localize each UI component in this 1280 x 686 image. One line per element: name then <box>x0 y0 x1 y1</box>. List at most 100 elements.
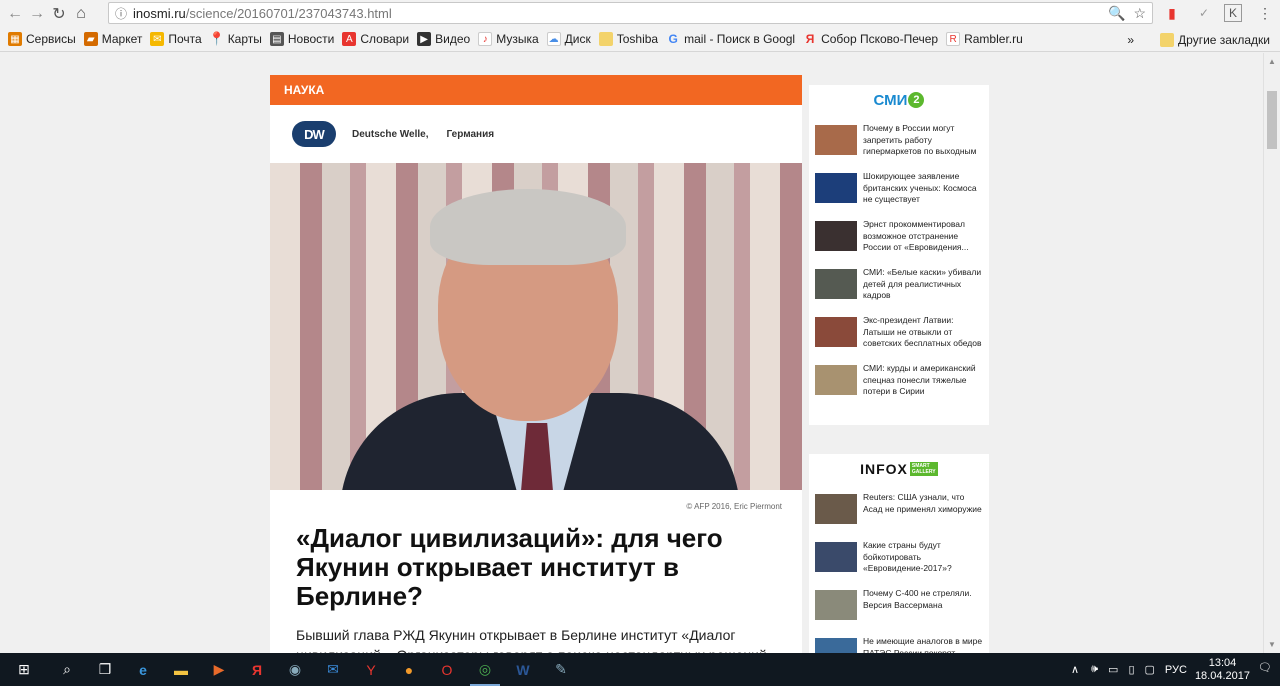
volume-icon[interactable]: 🕪 <box>1091 663 1098 676</box>
market-icon: ▰ <box>83 32 98 46</box>
bookmark-services[interactable]: ▦ Сервисы <box>8 32 76 46</box>
forward-icon[interactable]: → <box>26 3 48 25</box>
page-viewport: НАУКА DW Deutsche Welle, Германия © AFP … <box>0 53 1263 653</box>
article-card: НАУКА DW Deutsche Welle, Германия © AFP … <box>270 75 802 653</box>
infox-item[interactable]: Reuters: США узнали, что Асад не применя… <box>809 492 989 530</box>
back-icon[interactable]: ← <box>4 3 26 25</box>
folder-icon <box>1160 32 1175 47</box>
app-circle-icon[interactable]: ◉ <box>276 653 314 686</box>
yandex-icon[interactable]: Я <box>238 653 276 686</box>
video-icon: ▶ <box>417 32 432 46</box>
info-icon[interactable]: ⓘ <box>115 5 127 22</box>
mail-app-icon[interactable]: ✉ <box>314 653 352 686</box>
file-explorer-icon[interactable]: ▬ <box>162 653 200 686</box>
source-name[interactable]: Deutsche Welle, <box>352 129 429 140</box>
yandex-browser-icon[interactable]: Y <box>352 653 390 686</box>
bookmark-maps[interactable]: 📍 Карты <box>209 31 262 46</box>
section-label[interactable]: НАУКА <box>270 75 802 105</box>
scroll-up-icon[interactable]: ▲ <box>1268 57 1276 66</box>
bookmark-rambler[interactable]: R Rambler.ru <box>946 32 1023 46</box>
photo-credit: © AFP 2016, Eric Piermont <box>686 501 782 511</box>
news-thumbnail <box>815 590 857 620</box>
bookmark-mail[interactable]: ✉ Почта <box>150 32 202 46</box>
smi2-item[interactable]: СМИ: «Белые каски» убивали детей для реа… <box>809 267 989 305</box>
music-icon: ♪ <box>478 32 493 46</box>
bookmarks-overflow[interactable]: » <box>1127 33 1134 47</box>
infox-item[interactable]: Не имеющие аналогов в мире ПАТЭС России … <box>809 636 989 653</box>
bookmark-music[interactable]: ♪ Музыка <box>478 32 539 46</box>
infox-item[interactable]: Почему С-400 не стреляли. Версия Вассерм… <box>809 588 989 626</box>
network-icon[interactable]: ▭ <box>1108 663 1118 676</box>
smi2-item[interactable]: Почему в России могут запретить работу г… <box>809 123 989 161</box>
smi2-logo[interactable]: СМИ 2 <box>809 85 989 115</box>
scrollbar-thumb[interactable] <box>1267 91 1277 149</box>
k-extension-icon[interactable]: K <box>1224 4 1242 22</box>
home-icon[interactable]: ⌂ <box>70 3 92 25</box>
apps-icon: ▦ <box>8 32 22 46</box>
news-thumbnail <box>815 269 857 299</box>
zoom-icon[interactable]: 🔍 <box>1108 5 1125 22</box>
windows-taskbar: ⊞ ⌕ ❐ e ▬ ▶ Я ◉ ✉ Y ● O ◎ W ✎ ∧ 🕪 ▭ ▯ ▢ … <box>0 653 1280 686</box>
article-headline: «Диалог цивилизаций»: для чего Якунин от… <box>296 523 723 611</box>
smi2-item[interactable]: СМИ: курды и американский спецназ понесл… <box>809 363 989 401</box>
word-icon[interactable]: W <box>504 653 542 686</box>
dw-logo[interactable]: DW <box>292 121 336 147</box>
smi2-item[interactable]: Экс-президент Латвии: Латыши не отвыкли … <box>809 315 989 353</box>
infox-widget: INFOX SMART GALLERY Reuters: США узнали,… <box>809 454 989 653</box>
browser-toolbar: ← → ↻ ⌂ ⓘ inosmi.ru/science/20160701/237… <box>0 0 1280 27</box>
clock[interactable]: 13:04 18.04.2017 <box>1195 657 1250 683</box>
reload-icon[interactable]: ↻ <box>48 3 70 25</box>
disk-icon: ☁ <box>546 32 561 46</box>
news-thumbnail <box>815 317 857 347</box>
smi2-widget: СМИ 2 Почему в России могут запретить ра… <box>809 85 989 425</box>
bookmark-sobor[interactable]: Я Собор Псково-Печер <box>803 32 938 46</box>
news-thumbnail <box>815 365 857 395</box>
source-country[interactable]: Германия <box>447 129 495 140</box>
address-bar[interactable]: ⓘ inosmi.ru/science/20160701/237043743.h… <box>108 2 1153 24</box>
bookmark-dictionaries[interactable]: A Словари <box>342 32 409 46</box>
dictionary-icon: A <box>342 32 357 46</box>
action-center-icon[interactable]: 🗨 <box>1258 661 1272 674</box>
other-bookmarks[interactable]: Другие закладки <box>1160 32 1270 47</box>
tray-overflow-icon[interactable]: ∧ <box>1071 663 1079 676</box>
infox-logo[interactable]: INFOX SMART GALLERY <box>809 454 989 484</box>
bookmark-disk[interactable]: ☁ Диск <box>546 32 591 46</box>
bookmark-extension-icon[interactable]: ▮ <box>1163 4 1181 22</box>
news-thumbnail <box>815 542 857 572</box>
news-thumbnail <box>815 221 857 251</box>
edge-icon[interactable]: e <box>124 653 162 686</box>
infox-item[interactable]: Какие страны будут бойкотировать «Еврови… <box>809 540 989 578</box>
extension-icon[interactable]: ✓ <box>1195 4 1213 22</box>
battery-icon[interactable]: ▯ <box>1128 663 1134 676</box>
scroll-down-icon[interactable]: ▼ <box>1268 640 1276 649</box>
paint-icon[interactable]: ✎ <box>542 653 580 686</box>
start-icon[interactable]: ⊞ <box>0 653 48 686</box>
news-thumbnail <box>815 173 857 203</box>
article-lead: Бывший глава РЖД Якунин открывает в Берл… <box>296 627 767 653</box>
news-thumbnail <box>815 494 857 524</box>
media-player-icon[interactable]: ▶ <box>200 653 238 686</box>
language-indicator[interactable]: РУС <box>1165 664 1187 676</box>
bookmarks-bar: ▦ Сервисы ▰ Маркет ✉ Почта 📍 Карты ▤ Новости … <box>0 27 1280 52</box>
page-scrollbar[interactable]: ▲ ▼ <box>1263 53 1280 653</box>
google-icon: G <box>668 32 678 46</box>
opera-icon[interactable]: O <box>428 653 466 686</box>
menu-icon[interactable]: ⋮ <box>1256 4 1274 22</box>
bookmark-news[interactable]: ▤ Новости <box>269 32 334 46</box>
bookmark-video[interactable]: ▶ Видео <box>417 32 470 46</box>
chrome-icon[interactable]: ◎ <box>466 653 504 686</box>
bookmark-star-icon[interactable]: ☆ <box>1133 5 1146 22</box>
rambler-icon: R <box>946 32 961 46</box>
source-row: DW Deutsche Welle, Германия <box>270 105 802 163</box>
odnoklassniki-icon[interactable]: ● <box>390 653 428 686</box>
smi2-item[interactable]: Эрнст прокомментировал возможное отстран… <box>809 219 989 257</box>
bookmark-toshiba[interactable]: Toshiba <box>598 32 658 46</box>
search-icon[interactable]: ⌕ <box>48 653 86 686</box>
message-icon[interactable]: ▢ <box>1145 663 1155 676</box>
mail-icon: ✉ <box>150 32 165 46</box>
smi2-item[interactable]: Шокирующее заявление британских ученых: … <box>809 171 989 209</box>
bookmark-google-mail[interactable]: Gmail - Поиск в Googl <box>666 32 795 46</box>
task-view-icon[interactable]: ❐ <box>86 653 124 686</box>
bookmark-market[interactable]: ▰ Маркет <box>83 32 142 46</box>
url-path: /science/20160701/237043743.html <box>185 5 392 21</box>
